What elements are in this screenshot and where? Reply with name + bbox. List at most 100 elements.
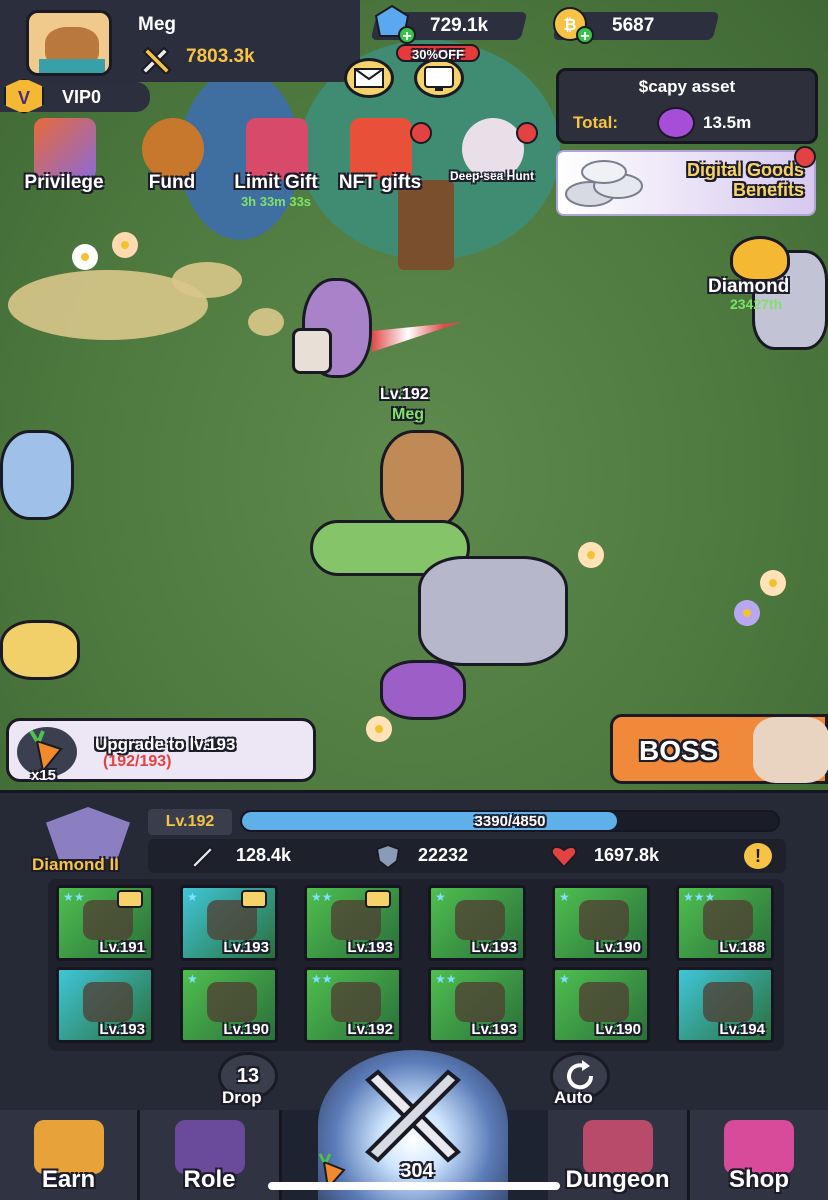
limit-gift-timer: 3h 33m 33s xyxy=(240,194,312,209)
shield-icon xyxy=(375,843,401,869)
upgrade-quest[interactable]: Upgrade to lv.193 (192/193) x15 xyxy=(6,718,316,784)
asset-total-label: Total: xyxy=(573,113,619,132)
equipment-stars: ★★★ xyxy=(683,890,716,904)
rank-title: Diamond II xyxy=(32,855,119,874)
boss-button[interactable]: BOSS xyxy=(610,714,828,784)
avatar[interactable] xyxy=(26,10,112,76)
gauntlet-icon xyxy=(455,900,505,940)
equipment-slot[interactable]: ★★ Lv.193 xyxy=(428,967,526,1043)
nav-shop[interactable]: Shop xyxy=(690,1110,828,1200)
tv-icon xyxy=(424,66,454,91)
purple-knight-enemy[interactable] xyxy=(380,660,466,720)
equipment-level: Lv.194 xyxy=(719,1021,765,1038)
upgrade-title: Upgrade to lv.193 xyxy=(95,735,236,754)
ranking-name: Diamond xyxy=(708,276,790,297)
stats-info-button[interactable]: ! xyxy=(744,843,772,869)
lance-icon xyxy=(372,322,462,352)
armor-icon xyxy=(455,982,505,1022)
talisman-icon xyxy=(207,982,257,1022)
flower xyxy=(734,600,760,626)
heart-icon xyxy=(550,845,578,869)
privilege-button[interactable]: Privilege xyxy=(14,118,114,214)
boomerang-icon xyxy=(579,900,629,940)
home-indicator[interactable] xyxy=(268,1182,560,1190)
equipment-level: Lv.190 xyxy=(223,1021,269,1038)
rock-golem-enemy[interactable] xyxy=(418,556,568,666)
equipment-level: Lv.188 xyxy=(719,939,765,956)
sword-icon xyxy=(190,845,215,869)
xp-bar: 3390/4850 xyxy=(240,810,780,832)
event-label: NFT gifts xyxy=(338,172,422,193)
notification-dot xyxy=(794,146,816,168)
equipment-slot[interactable]: Lv.194 xyxy=(676,967,774,1043)
favorite-shirt-icon xyxy=(365,890,391,908)
belt-icon xyxy=(331,982,381,1022)
auto-label: Auto xyxy=(554,1088,593,1107)
nav-earn[interactable]: Earn xyxy=(0,1110,140,1200)
equipment-stars: ★ xyxy=(187,890,198,904)
capy-asset-panel[interactable]: $capy asset Total: 13.5m xyxy=(556,68,818,144)
gold-sack-icon xyxy=(142,118,204,180)
gift-box-icon xyxy=(246,118,308,180)
flower xyxy=(578,542,604,568)
equipment-slot[interactable]: ★ Lv.193 xyxy=(180,885,278,961)
knight-enemy[interactable] xyxy=(0,620,80,680)
discount-tag: 30%OFF xyxy=(396,44,480,62)
equipment-level: Lv.192 xyxy=(347,1021,393,1038)
equipment-slot[interactable]: ★★★ Lv.188 xyxy=(676,885,774,961)
asset-total-value: 13.5m xyxy=(703,113,752,132)
scarf-icon xyxy=(39,59,105,73)
asset-title: $capy asset xyxy=(638,77,736,96)
event-label: Fund xyxy=(148,172,196,193)
drop-label: Drop xyxy=(222,1088,262,1107)
equipment-slot[interactable]: ★★ Lv.193 xyxy=(304,885,402,961)
dirt-path xyxy=(172,262,242,298)
boss-portrait-icon xyxy=(753,717,828,783)
nav-earn-label: Earn xyxy=(41,1166,96,1193)
shark-enemy[interactable] xyxy=(0,430,74,520)
event-label: Deep-sea Hunt xyxy=(449,169,535,183)
equipment-level: Lv.193 xyxy=(223,939,269,956)
nft-gift-icon xyxy=(350,118,412,180)
vip-button[interactable]: V VIP0 xyxy=(0,78,150,114)
capy-token-icon xyxy=(657,107,695,139)
equipment-level: Lv.193 xyxy=(471,1021,517,1038)
equipment-level: Lv.193 xyxy=(347,939,393,956)
nav-dungeon[interactable]: Dungeon xyxy=(548,1110,690,1200)
equipment-slot[interactable]: ★★ Lv.191 xyxy=(56,885,154,961)
xp-text: 3390/4850 xyxy=(474,813,546,830)
vip-level: VIP0 xyxy=(62,87,102,107)
favorite-shirt-icon xyxy=(241,890,267,908)
envelope-icon xyxy=(354,68,384,88)
player-card[interactable]: Meg 7803.3k xyxy=(0,0,360,82)
equipment-stars: ★★ xyxy=(311,890,333,904)
equipment-slot[interactable]: ★★ Lv.192 xyxy=(304,967,402,1043)
equipment-slot[interactable]: Lv.193 xyxy=(56,967,154,1043)
ad-reward-button[interactable] xyxy=(414,58,464,98)
equipment-slot[interactable]: ★ Lv.193 xyxy=(428,885,526,961)
equipment-slot[interactable]: ★ Lv.190 xyxy=(552,967,650,1043)
mail-button[interactable] xyxy=(344,58,394,98)
notification-dot xyxy=(516,122,538,144)
boots-icon xyxy=(579,982,629,1022)
digital-goods-line1: Digital Goods xyxy=(687,160,804,180)
digital-goods-banner[interactable]: Digital Goods Benefits xyxy=(556,150,816,216)
equipment-stars: ★ xyxy=(435,890,446,904)
add-gems-button[interactable]: + xyxy=(398,26,416,45)
equipment-slot[interactable]: ★ Lv.190 xyxy=(180,967,278,1043)
equipment-slot[interactable]: ★ Lv.190 xyxy=(552,885,650,961)
equipment-level: Lv.193 xyxy=(99,1021,145,1038)
equipment-level: Lv.190 xyxy=(595,939,641,956)
player-name: Meg xyxy=(138,14,176,35)
defense-value: 22232 xyxy=(418,845,469,865)
nav-dungeon-label: Dungeon xyxy=(565,1166,670,1193)
equipment-stars: ★ xyxy=(559,890,570,904)
add-coins-button[interactable]: + xyxy=(576,26,594,45)
flower xyxy=(366,716,392,742)
equipment-stars: ★★ xyxy=(311,972,333,986)
equipment-level: Lv.193 xyxy=(471,939,517,956)
fund-button[interactable]: Fund xyxy=(122,118,222,214)
limit-gift-button[interactable]: Limit Gift 3h 33m 33s xyxy=(226,118,326,214)
nav-role[interactable]: Role xyxy=(140,1110,282,1200)
capybara-hero[interactable] xyxy=(380,430,464,530)
